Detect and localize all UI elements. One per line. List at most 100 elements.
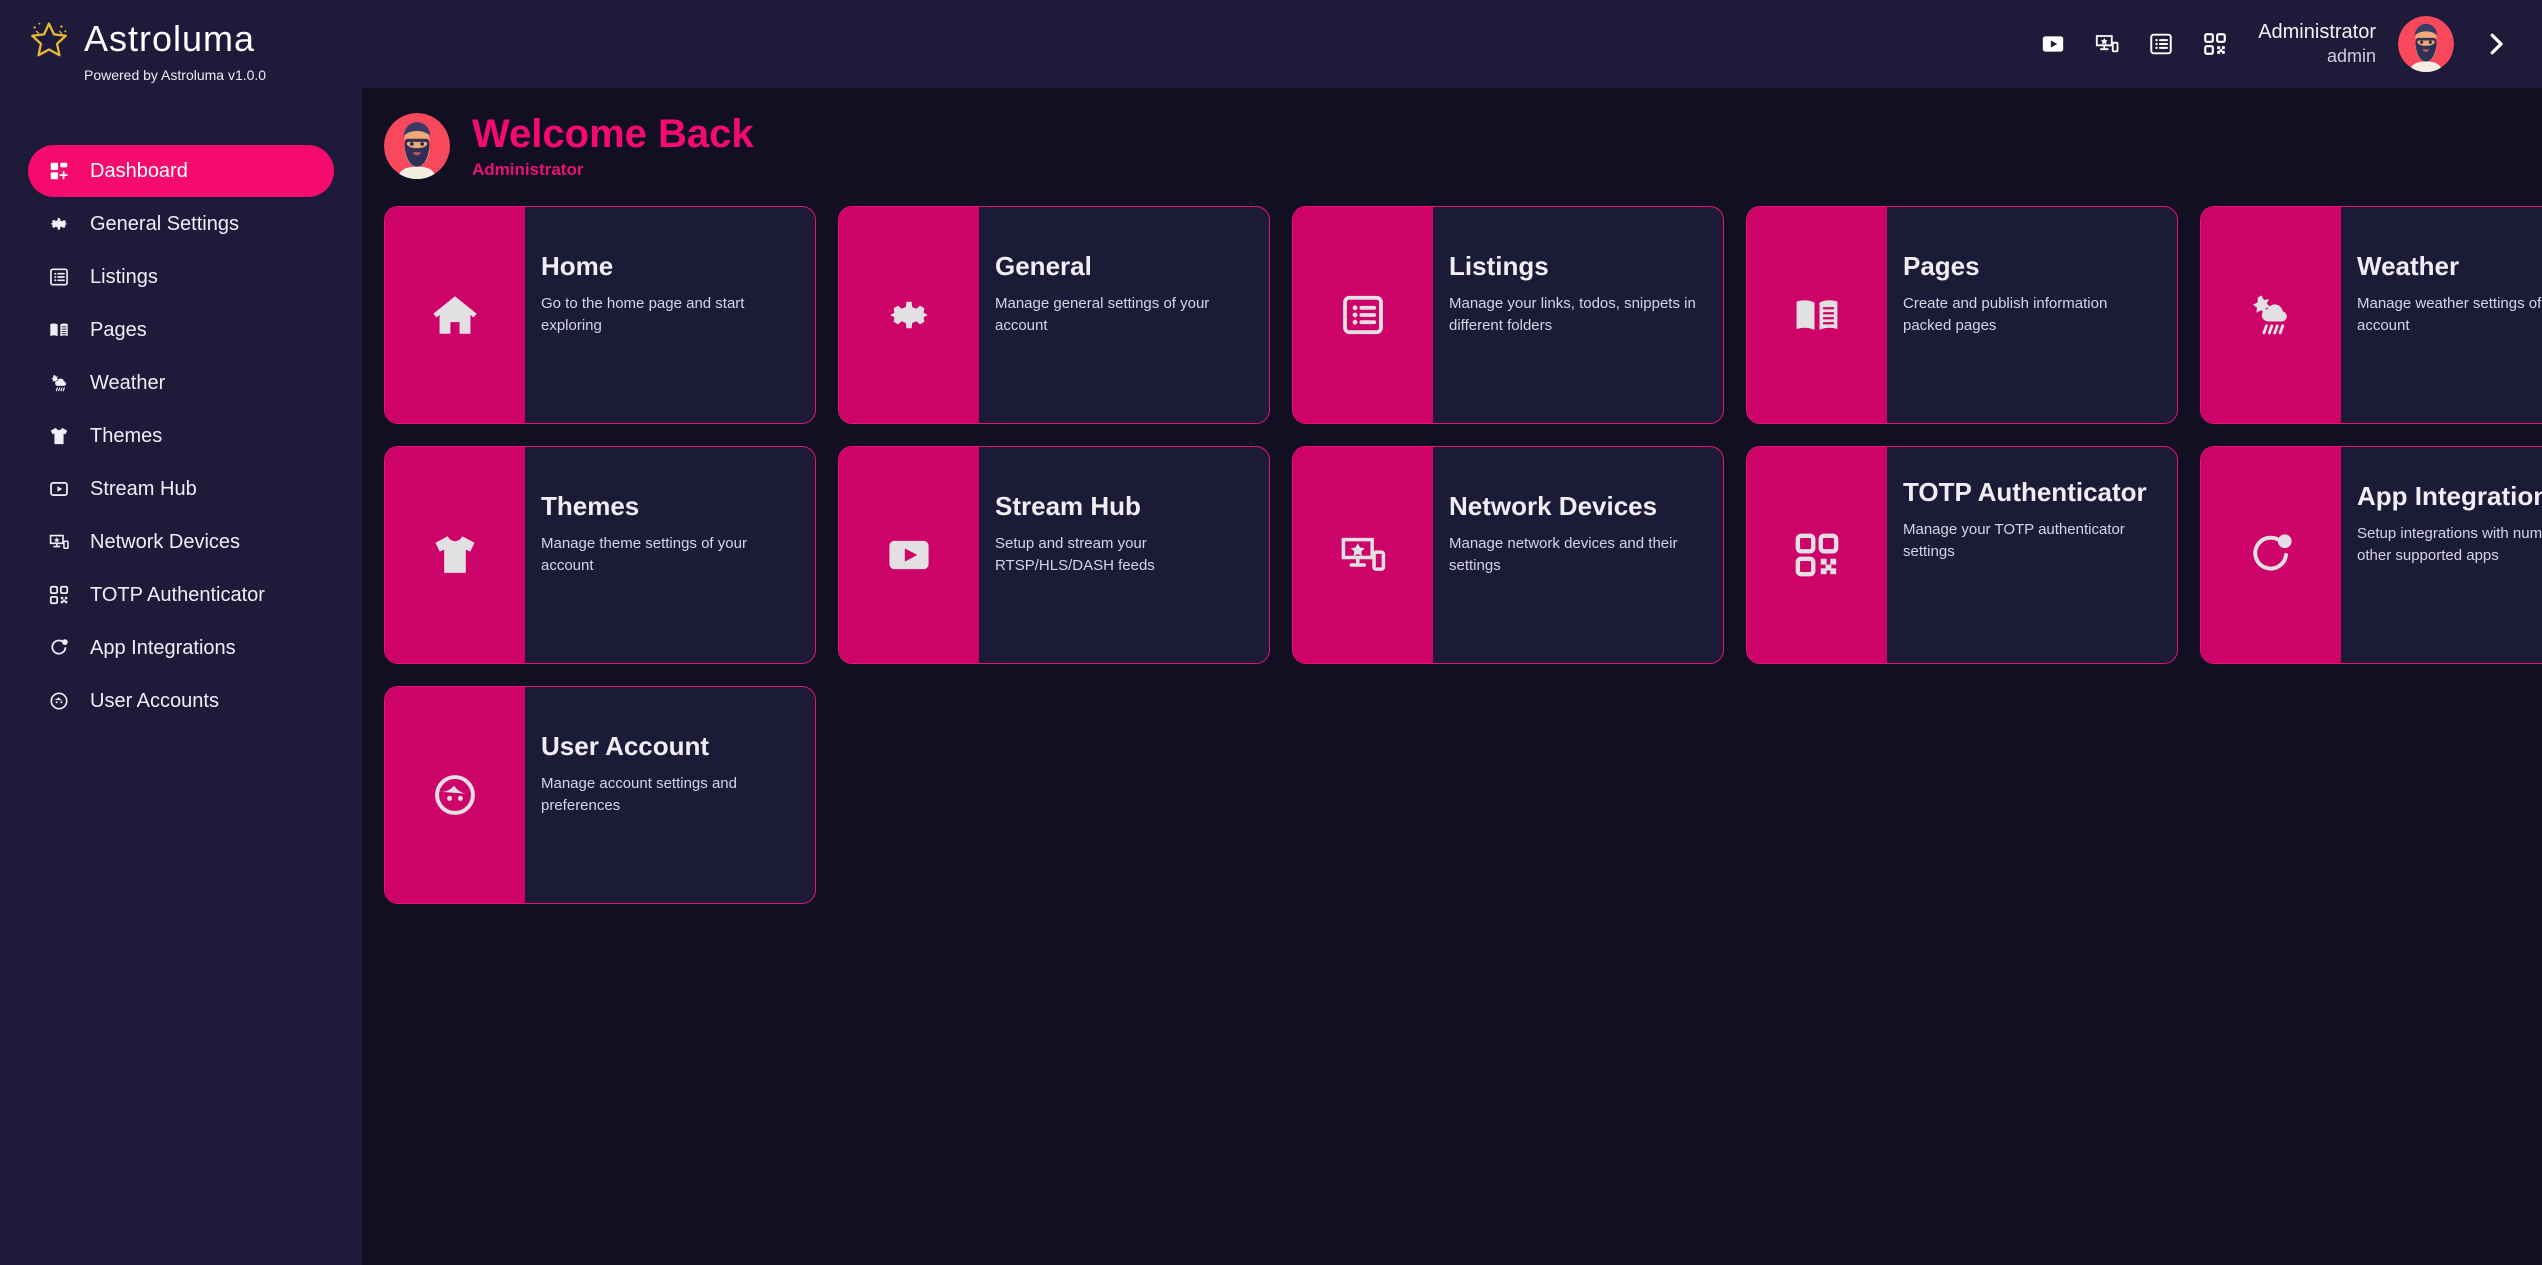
sidebar-item-pages[interactable]: Pages [28,304,334,356]
card-description: Manage your links, todos, snippets in di… [1449,293,1697,338]
dashboard-card-pages[interactable]: Pages Create and publish information pac… [1746,206,2178,424]
card-description: Create and publish information packed pa… [1903,293,2151,338]
weather-icon [46,370,72,396]
sidebar-item-label: Dashboard [90,160,188,183]
sidebar-nav: Dashboard General Settings [0,145,362,727]
topbar-user-info[interactable]: Administrator admin [2258,20,2376,69]
weather-icon [2201,207,2341,423]
sidebar-item-totp-authenticator[interactable]: TOTP Authenticator [28,569,334,621]
totp-authenticator-icon[interactable] [2200,29,2230,59]
dashboard-card-general[interactable]: General Manage general settings of your … [838,206,1270,424]
sidebar-item-dashboard[interactable]: Dashboard [28,145,334,197]
book-icon [46,317,72,343]
card-body: Network Devices Manage network devices a… [1433,447,1723,663]
face-icon [46,688,72,714]
sidebar-item-app-integrations[interactable]: App Integrations [28,622,334,674]
card-title: Stream Hub [995,491,1247,523]
card-title: Listings [1449,251,1701,283]
chevron-right-icon[interactable] [2476,24,2516,64]
stream-hub-icon[interactable] [2038,29,2068,59]
card-description: Manage weather settings of your account [2357,293,2542,338]
card-body: Home Go to the home page and start explo… [525,207,815,423]
sidebar-item-label: Stream Hub [90,478,197,501]
card-body: General Manage general settings of your … [979,207,1269,423]
sidebar-item-label: General Settings [90,213,239,236]
qr-code-icon [1747,447,1887,663]
sidebar: Astroluma Powered by Astroluma v1.0.0 Da… [0,0,362,1265]
brand[interactable]: Astroluma Powered by Astroluma v1.0.0 [0,0,362,83]
sidebar-item-label: Listings [90,266,158,289]
sidebar-item-label: User Accounts [90,690,219,713]
page-title: Welcome Back [472,112,754,157]
card-title: App Integration [2357,481,2542,513]
dashboard-card-totp-authenticator[interactable]: TOTP Authenticator Manage your TOTP auth… [1746,446,2178,664]
dashboard-card-user-account[interactable]: User Account Manage account settings and… [384,686,816,904]
home-icon [385,207,525,423]
qr-code-icon [46,582,72,608]
network-devices-icon[interactable] [2092,29,2122,59]
card-description: Manage general settings of your account [995,293,1243,338]
card-title: General [995,251,1247,283]
dashboard-card-listings[interactable]: Listings Manage your links, todos, snipp… [1292,206,1724,424]
card-body: Stream Hub Setup and stream your RTSP/HL… [979,447,1269,663]
sidebar-item-user-accounts[interactable]: User Accounts [28,675,334,727]
sidebar-item-label: TOTP Authenticator [90,584,265,607]
refresh-dot-icon [46,635,72,661]
card-title: User Account [541,731,793,763]
card-title: TOTP Authenticator [1903,477,2155,509]
card-title: Themes [541,491,793,523]
star-icon [26,16,72,62]
card-body: User Account Manage account settings and… [525,687,815,903]
card-description: Go to the home page and start exploring [541,293,789,338]
devices-icon [1293,447,1433,663]
dashboard-card-themes[interactable]: Themes Manage theme settings of your acc… [384,446,816,664]
main-content: Welcome Back Administrator Home Go to th… [362,88,2542,1265]
sidebar-item-listings[interactable]: Listings [28,251,334,303]
card-description: Manage account settings and preferences [541,773,789,818]
card-title: Home [541,251,793,283]
card-description: Manage theme settings of your account [541,533,789,578]
topbar-icon-group [2038,29,2230,59]
card-title: Weather [2357,251,2542,283]
sidebar-item-themes[interactable]: Themes [28,410,334,462]
user-name: Administrator [2258,20,2376,46]
dashboard-card-home[interactable]: Home Go to the home page and start explo… [384,206,816,424]
dashboard-card-stream-hub[interactable]: Stream Hub Setup and stream your RTSP/HL… [838,446,1270,664]
play-icon [839,447,979,663]
card-body: Pages Create and publish information pac… [1887,207,2177,423]
card-body: TOTP Authenticator Manage your TOTP auth… [1887,447,2177,663]
dashboard-card-network-devices[interactable]: Network Devices Manage network devices a… [1292,446,1724,664]
welcome-text: Welcome Back Administrator [472,112,754,180]
book-icon [1747,207,1887,423]
sidebar-item-label: Network Devices [90,531,240,554]
sidebar-item-stream-hub[interactable]: Stream Hub [28,463,334,515]
app-root: Astroluma Powered by Astroluma v1.0.0 Da… [0,0,2542,1265]
card-description: Setup and stream your RTSP/HLS/DASH feed… [995,533,1243,578]
welcome-banner: Welcome Back Administrator [384,112,2542,180]
dashboard-card-grid: Home Go to the home page and start explo… [384,206,2542,904]
sidebar-item-label: Pages [90,319,147,342]
card-title: Network Devices [1449,491,1701,523]
card-body: App Integration Setup integrations with … [2341,447,2542,663]
card-description: Setup integrations with number of other … [2357,523,2542,568]
sidebar-item-weather[interactable]: Weather [28,357,334,409]
play-icon [46,476,72,502]
tshirt-icon [385,447,525,663]
user-handle: admin [2327,45,2376,68]
dashboard-card-weather[interactable]: Weather Manage weather settings of your … [2200,206,2542,424]
welcome-avatar [384,113,450,179]
listings-icon [1293,207,1433,423]
listings-icon[interactable] [2146,29,2176,59]
topbar: Administrator admin [0,0,2542,88]
gear-icon [839,207,979,423]
card-description: Manage network devices and their setting… [1449,533,1697,578]
sidebar-item-network-devices[interactable]: Network Devices [28,516,334,568]
listings-icon [46,264,72,290]
gear-icon [46,211,72,237]
dashboard-card-app-integration[interactable]: App Integration Setup integrations with … [2200,446,2542,664]
avatar[interactable] [2398,16,2454,72]
refresh-dot-icon [2201,447,2341,663]
sidebar-item-general-settings[interactable]: General Settings [28,198,334,250]
card-body: Themes Manage theme settings of your acc… [525,447,815,663]
sidebar-item-label: Weather [90,372,165,395]
